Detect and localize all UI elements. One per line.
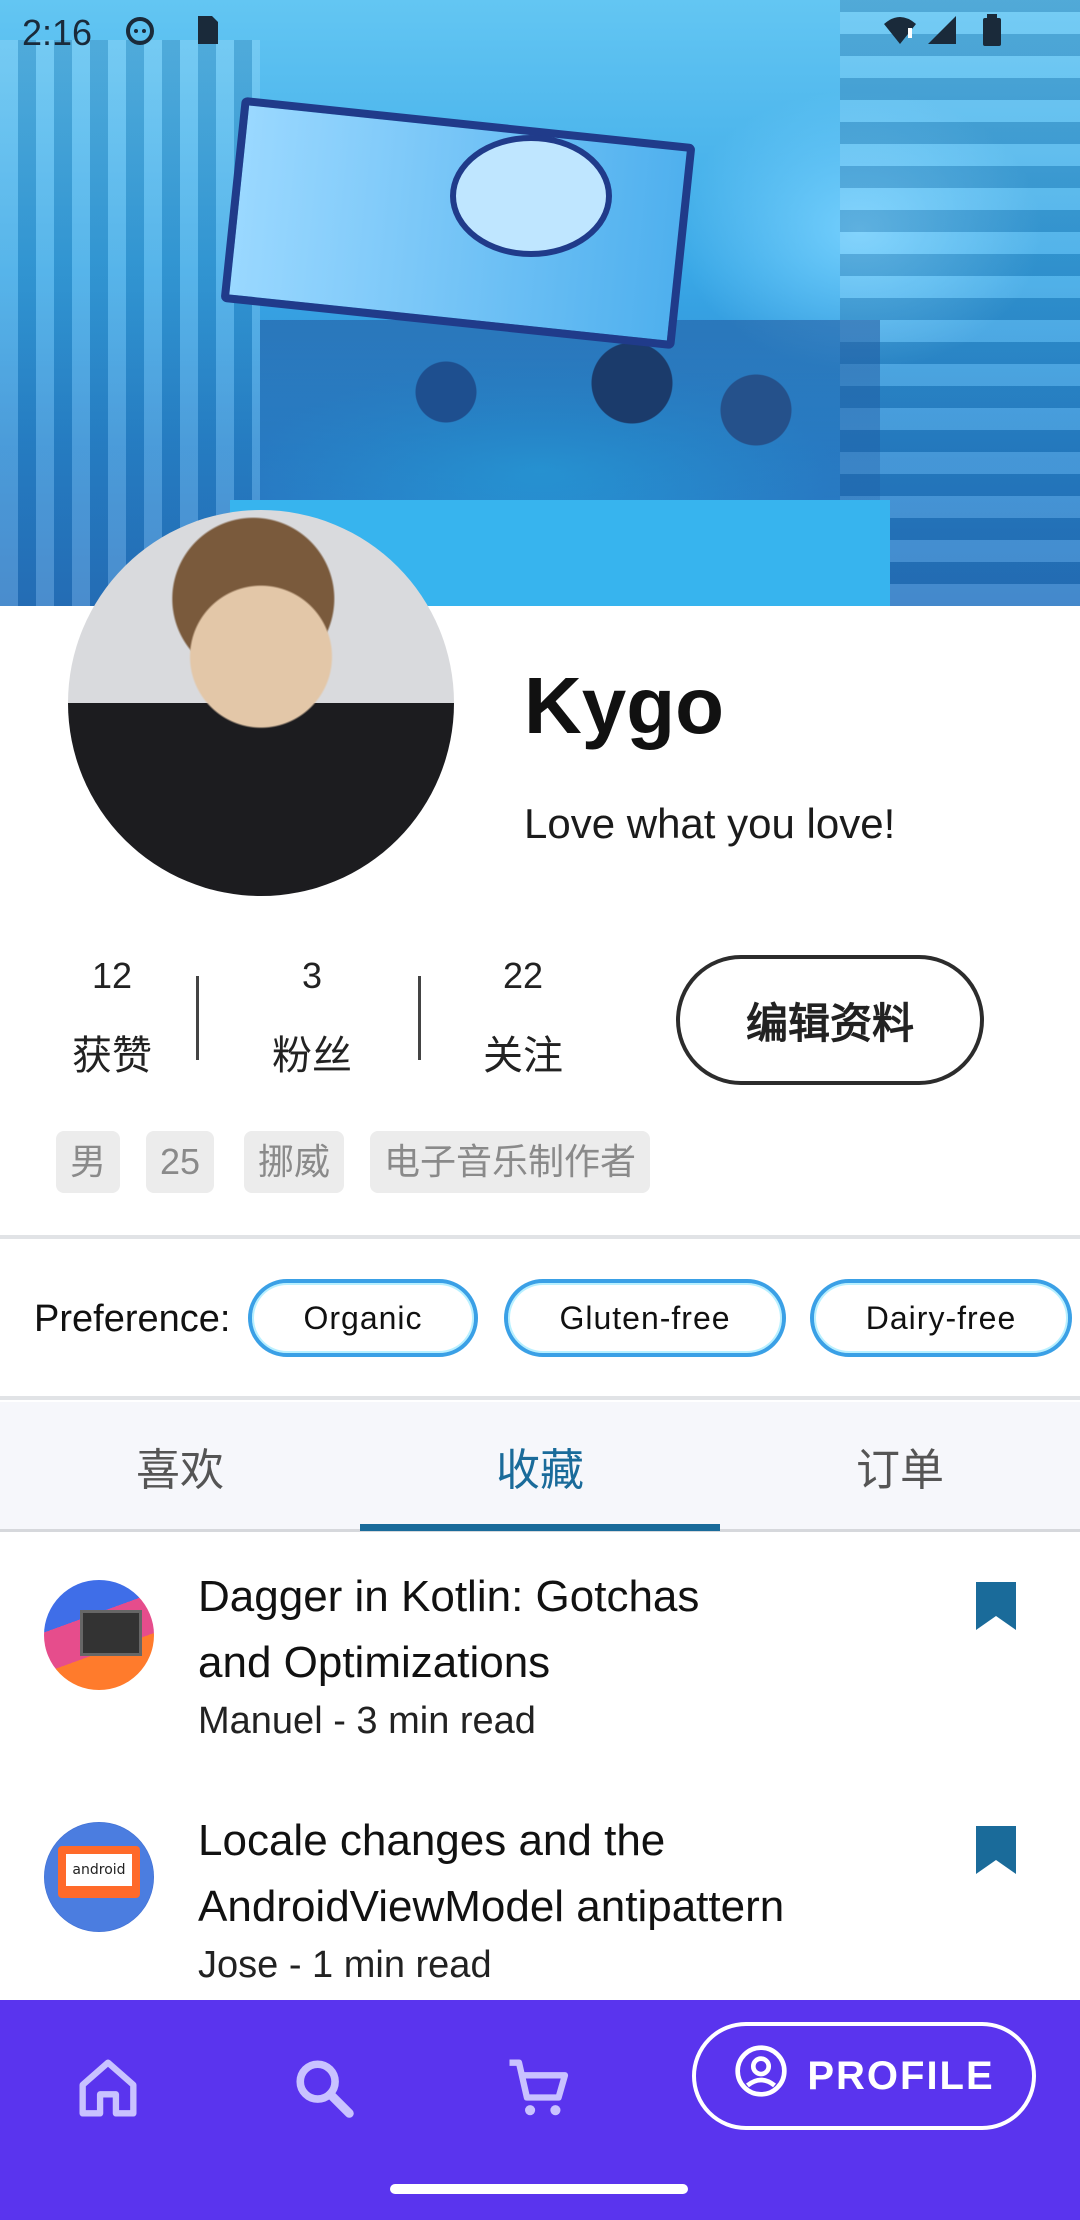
account-circle-icon: [733, 2043, 789, 2109]
tag-gender: 男: [56, 1131, 121, 1193]
preference-chip-gluten-free[interactable]: Gluten-free: [504, 1279, 786, 1357]
preference-chip-organic[interactable]: Organic: [248, 1279, 478, 1357]
stat-followers-value: 3: [301, 955, 323, 996]
edit-profile-button[interactable]: 编辑资料: [676, 955, 984, 1085]
profile-nav-label: PROFILE: [807, 2053, 995, 2098]
tab-active-indicator: [360, 1524, 720, 1531]
tag-age: 25: [146, 1131, 215, 1193]
bookmark-icon[interactable]: [974, 1824, 1018, 1876]
tab-favorites[interactable]: 收藏: [360, 1402, 720, 1530]
stat-divider: [196, 976, 199, 1060]
tab-orders[interactable]: 订单: [720, 1402, 1080, 1530]
status-time: 2:16: [22, 12, 93, 53]
tag-country: 挪威: [244, 1131, 345, 1193]
cover-crowd: [260, 320, 880, 500]
stat-following-label: 关注: [483, 1034, 563, 1078]
article-title[interactable]: Locale changes and the AndroidViewModel …: [198, 1808, 918, 1940]
avatar[interactable]: [68, 510, 454, 896]
cellular-signal-icon: [926, 14, 958, 46]
tag-occupation: 电子音乐制作者: [370, 1131, 651, 1193]
article-title-line: AndroidViewModel antipattern: [198, 1882, 785, 1931]
profile-nav-button[interactable]: PROFILE: [692, 2022, 1036, 2130]
stat-followers-label: 粉丝: [272, 1034, 352, 1078]
article-title-line: Locale changes and the: [198, 1816, 666, 1865]
preference-label: Preference:: [34, 1298, 231, 1340]
article-thumbnail[interactable]: android: [44, 1822, 154, 1932]
gesture-home-bar[interactable]: [390, 2184, 688, 2194]
cover-crest: [450, 135, 612, 257]
cat-face-icon: [124, 14, 156, 46]
wifi-icon: [882, 14, 916, 46]
code-screen-icon: [80, 1610, 142, 1656]
preference-chip-dairy-free[interactable]: Dairy-free: [810, 1279, 1072, 1357]
stat-following-value: 22: [502, 955, 544, 996]
article-meta: Manuel - 3 min read: [198, 1700, 536, 1742]
article-title-line: and Optimizations: [198, 1638, 551, 1687]
stat-divider: [418, 976, 421, 1060]
section-divider: [0, 1235, 1080, 1239]
bookmark-icon[interactable]: [974, 1580, 1018, 1632]
sd-card-icon: [190, 14, 222, 46]
section-divider: [0, 1396, 1080, 1400]
search-icon[interactable]: [286, 2050, 362, 2126]
cart-icon[interactable]: [500, 2050, 576, 2126]
profile-name: Kygo: [524, 661, 724, 750]
battery-icon: [976, 14, 1008, 46]
tab-likes[interactable]: 喜欢: [0, 1402, 360, 1530]
stat-likes-value: 12: [91, 955, 133, 996]
article-title-line: Dagger in Kotlin: Gotchas: [198, 1572, 700, 1621]
stat-followers[interactable]: 3 粉丝: [232, 955, 392, 1081]
article-thumbnail[interactable]: [44, 1580, 154, 1690]
profile-cover-image: [0, 0, 1080, 606]
stat-likes[interactable]: 12 获赞: [32, 955, 192, 1081]
stat-likes-label: 获赞: [72, 1034, 152, 1078]
article-title[interactable]: Dagger in Kotlin: Gotchas and Optimizati…: [198, 1564, 918, 1696]
thumbnail-caption: android: [66, 1854, 132, 1886]
article-meta: Jose - 1 min read: [198, 1944, 492, 1986]
laptop-icon: android: [58, 1846, 140, 1898]
home-icon[interactable]: [70, 2050, 146, 2126]
stat-following[interactable]: 22 关注: [443, 955, 603, 1081]
profile-bio: Love what you love!: [524, 800, 896, 847]
